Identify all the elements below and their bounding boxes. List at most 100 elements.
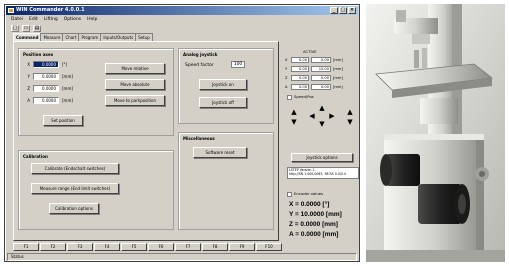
f2-button[interactable]: F2 <box>40 243 66 251</box>
software-reset-button[interactable]: Software reset <box>193 147 247 158</box>
new-icon[interactable]: □ <box>11 24 19 32</box>
menu-file[interactable]: Datei <box>11 16 23 24</box>
side-row-z: Z 0.00 0.00 [mm] <box>285 75 343 81</box>
side-row-y: Y 0.00 10.00 [mm] <box>285 66 343 72</box>
side-value2-a[interactable]: 0.00 <box>311 84 331 90</box>
side-unit: [mm] <box>333 67 343 71</box>
calibration-group-title: Calibration <box>23 154 48 159</box>
arrow-left-icon[interactable]: ◀ <box>308 113 316 120</box>
side-value2-y[interactable]: 10.00 <box>311 66 331 72</box>
axis-row-z: Z 0.0000 [mm] <box>23 85 73 92</box>
menu-options[interactable]: Options <box>64 16 81 24</box>
f6-button[interactable]: F6 <box>148 243 174 251</box>
unit-label: [mm] <box>62 86 73 91</box>
toolbar: □ ▭ ▤ <box>11 24 41 32</box>
arrow-down-right-icon[interactable]: ▼ <box>346 119 354 126</box>
move-relative-button[interactable]: Move relative <box>105 63 165 74</box>
f7-button[interactable]: F7 <box>175 243 201 251</box>
app-window: WIN Commander 4.0.0.1 _ □ × Datei Edit L… <box>4 4 360 262</box>
move-absolute-button[interactable]: Move absolute <box>105 79 165 90</box>
tab-chart[interactable]: Chart <box>62 33 80 41</box>
readout-y: Y = 10.0000 [mm] <box>289 211 342 218</box>
menu-help[interactable]: Help <box>87 16 97 24</box>
arrow-up-icon[interactable]: ▲ <box>318 105 326 112</box>
position-input-a[interactable]: 0.0000 <box>33 97 59 104</box>
save-icon[interactable]: ▤ <box>33 24 41 32</box>
calibrate-button[interactable]: Calibrate (Endschalt switches) <box>31 163 119 174</box>
tab-program[interactable]: Program <box>78 33 102 41</box>
encoder-option[interactable]: Encoder values <box>287 191 323 197</box>
axis-row-x: X 0.0000 [°] <box>23 61 67 68</box>
tab-inputs-outputs[interactable]: Inputs/Outputs <box>100 33 137 41</box>
position-group-title: Position axes <box>23 52 54 57</box>
side-value-z[interactable]: 0.00 <box>291 75 309 81</box>
readout-a: A = 0.0000 [mm] <box>289 231 339 238</box>
measure-range-button[interactable]: Measure range (End limit switches) <box>31 183 119 194</box>
misc-group-title: Miscellaneous <box>183 136 215 141</box>
unit-label: [mm] <box>62 98 73 103</box>
tab-strip: Command Measure Chart Program Inputs/Out… <box>13 33 153 41</box>
function-key-bar: F1 F2 F3 F4 F5 F6 F7 F8 F9 F10 <box>13 243 282 251</box>
f5-button[interactable]: F5 <box>121 243 147 251</box>
joystick-on-button[interactable]: Joystick on <box>199 79 247 90</box>
position-input-x[interactable]: 0.0000 <box>33 61 59 68</box>
side-value-x[interactable]: 0.00 <box>291 57 309 63</box>
encoder-checkbox[interactable] <box>287 191 292 197</box>
position-input-y[interactable]: 0.0000 <box>33 73 59 80</box>
joystick-options-button[interactable]: Joystick options <box>291 153 353 162</box>
f8-button[interactable]: F8 <box>202 243 228 251</box>
minimize-button[interactable]: _ <box>330 7 338 14</box>
speed-pos-label: Speed/Pos <box>294 94 314 99</box>
side-unit: [mm] <box>333 76 343 80</box>
arrow-down-icon[interactable]: ▼ <box>318 121 326 128</box>
status-bar: Status <box>7 253 357 261</box>
speed-pos-option[interactable]: Speed/Pos <box>287 94 314 100</box>
menu-bar: Datei Edit Lifting Options Help <box>7 16 97 24</box>
axis-row-y: Y 0.0000 [mm] <box>23 73 73 80</box>
menu-lifting[interactable]: Lifting <box>44 16 58 24</box>
tab-measure[interactable]: Measure <box>40 33 64 41</box>
menu-edit[interactable]: Edit <box>29 16 38 24</box>
unit-label: [mm] <box>62 74 73 79</box>
unit-label: [°] <box>62 62 68 67</box>
move-to-park-button[interactable]: Move to parkposition <box>105 95 165 106</box>
open-icon[interactable]: ▭ <box>22 24 30 32</box>
title-bar: WIN Commander 4.0.0.1 _ □ × <box>6 6 358 15</box>
speed-pos-checkbox[interactable] <box>287 94 292 100</box>
axis-label: Z <box>27 86 30 91</box>
side-value-y[interactable]: 0.00 <box>291 66 309 72</box>
f9-button[interactable]: F9 <box>229 243 255 251</box>
side-value2-z[interactable]: 0.00 <box>311 75 331 81</box>
f1-button[interactable]: F1 <box>13 243 39 251</box>
f10-button[interactable]: F10 <box>256 243 282 251</box>
f4-button[interactable]: F4 <box>94 243 120 251</box>
set-position-button[interactable]: Set position <box>43 115 83 126</box>
axis-label: X <box>27 62 30 67</box>
arrow-down-left-icon[interactable]: ▼ <box>290 119 298 126</box>
app-icon <box>8 8 14 13</box>
tab-setup[interactable]: Setup <box>135 33 153 41</box>
side-row-x: X 0.00 0.00 [mm] <box>285 57 343 63</box>
arrow-up-right-icon[interactable]: ▲ <box>346 109 354 116</box>
joystick-off-button[interactable]: Joystick off <box>199 97 247 108</box>
joystick-group: Analog joystick Speed factor 100 Joystic… <box>178 48 274 124</box>
command-panel: Position axes X 0.0000 [°] Y 0.0000 [mm]… <box>13 41 279 241</box>
calibration-options-button[interactable]: Calibration options <box>49 203 99 214</box>
axis-side-panel: ACTIVE X 0.00 0.00 [mm] Y 0.00 10.00 [mm… <box>285 41 359 241</box>
axis-label: A <box>27 98 30 103</box>
readout-z: Z = 0.0000 [mm] <box>289 221 338 228</box>
axis-label: Y <box>27 74 30 79</box>
side-value-a[interactable]: 0.00 <box>291 84 309 90</box>
encoder-label: Encoder values <box>294 191 324 196</box>
position-input-z[interactable]: 0.0000 <box>33 85 59 92</box>
tab-command[interactable]: Command <box>13 33 42 41</box>
maximize-button[interactable]: □ <box>339 7 347 14</box>
arrow-right-icon[interactable]: ▶ <box>328 113 336 120</box>
speed-factor-value[interactable]: 100 <box>231 61 245 68</box>
side-value2-x[interactable]: 0.00 <box>311 57 331 63</box>
side-unit: [mm] <box>333 58 343 62</box>
arrow-up-left-icon[interactable]: ▲ <box>290 109 298 116</box>
close-button[interactable]: × <box>348 7 356 14</box>
f3-button[interactable]: F3 <box>67 243 93 251</box>
window-title: WIN Commander 4.0.0.1 <box>16 7 85 13</box>
